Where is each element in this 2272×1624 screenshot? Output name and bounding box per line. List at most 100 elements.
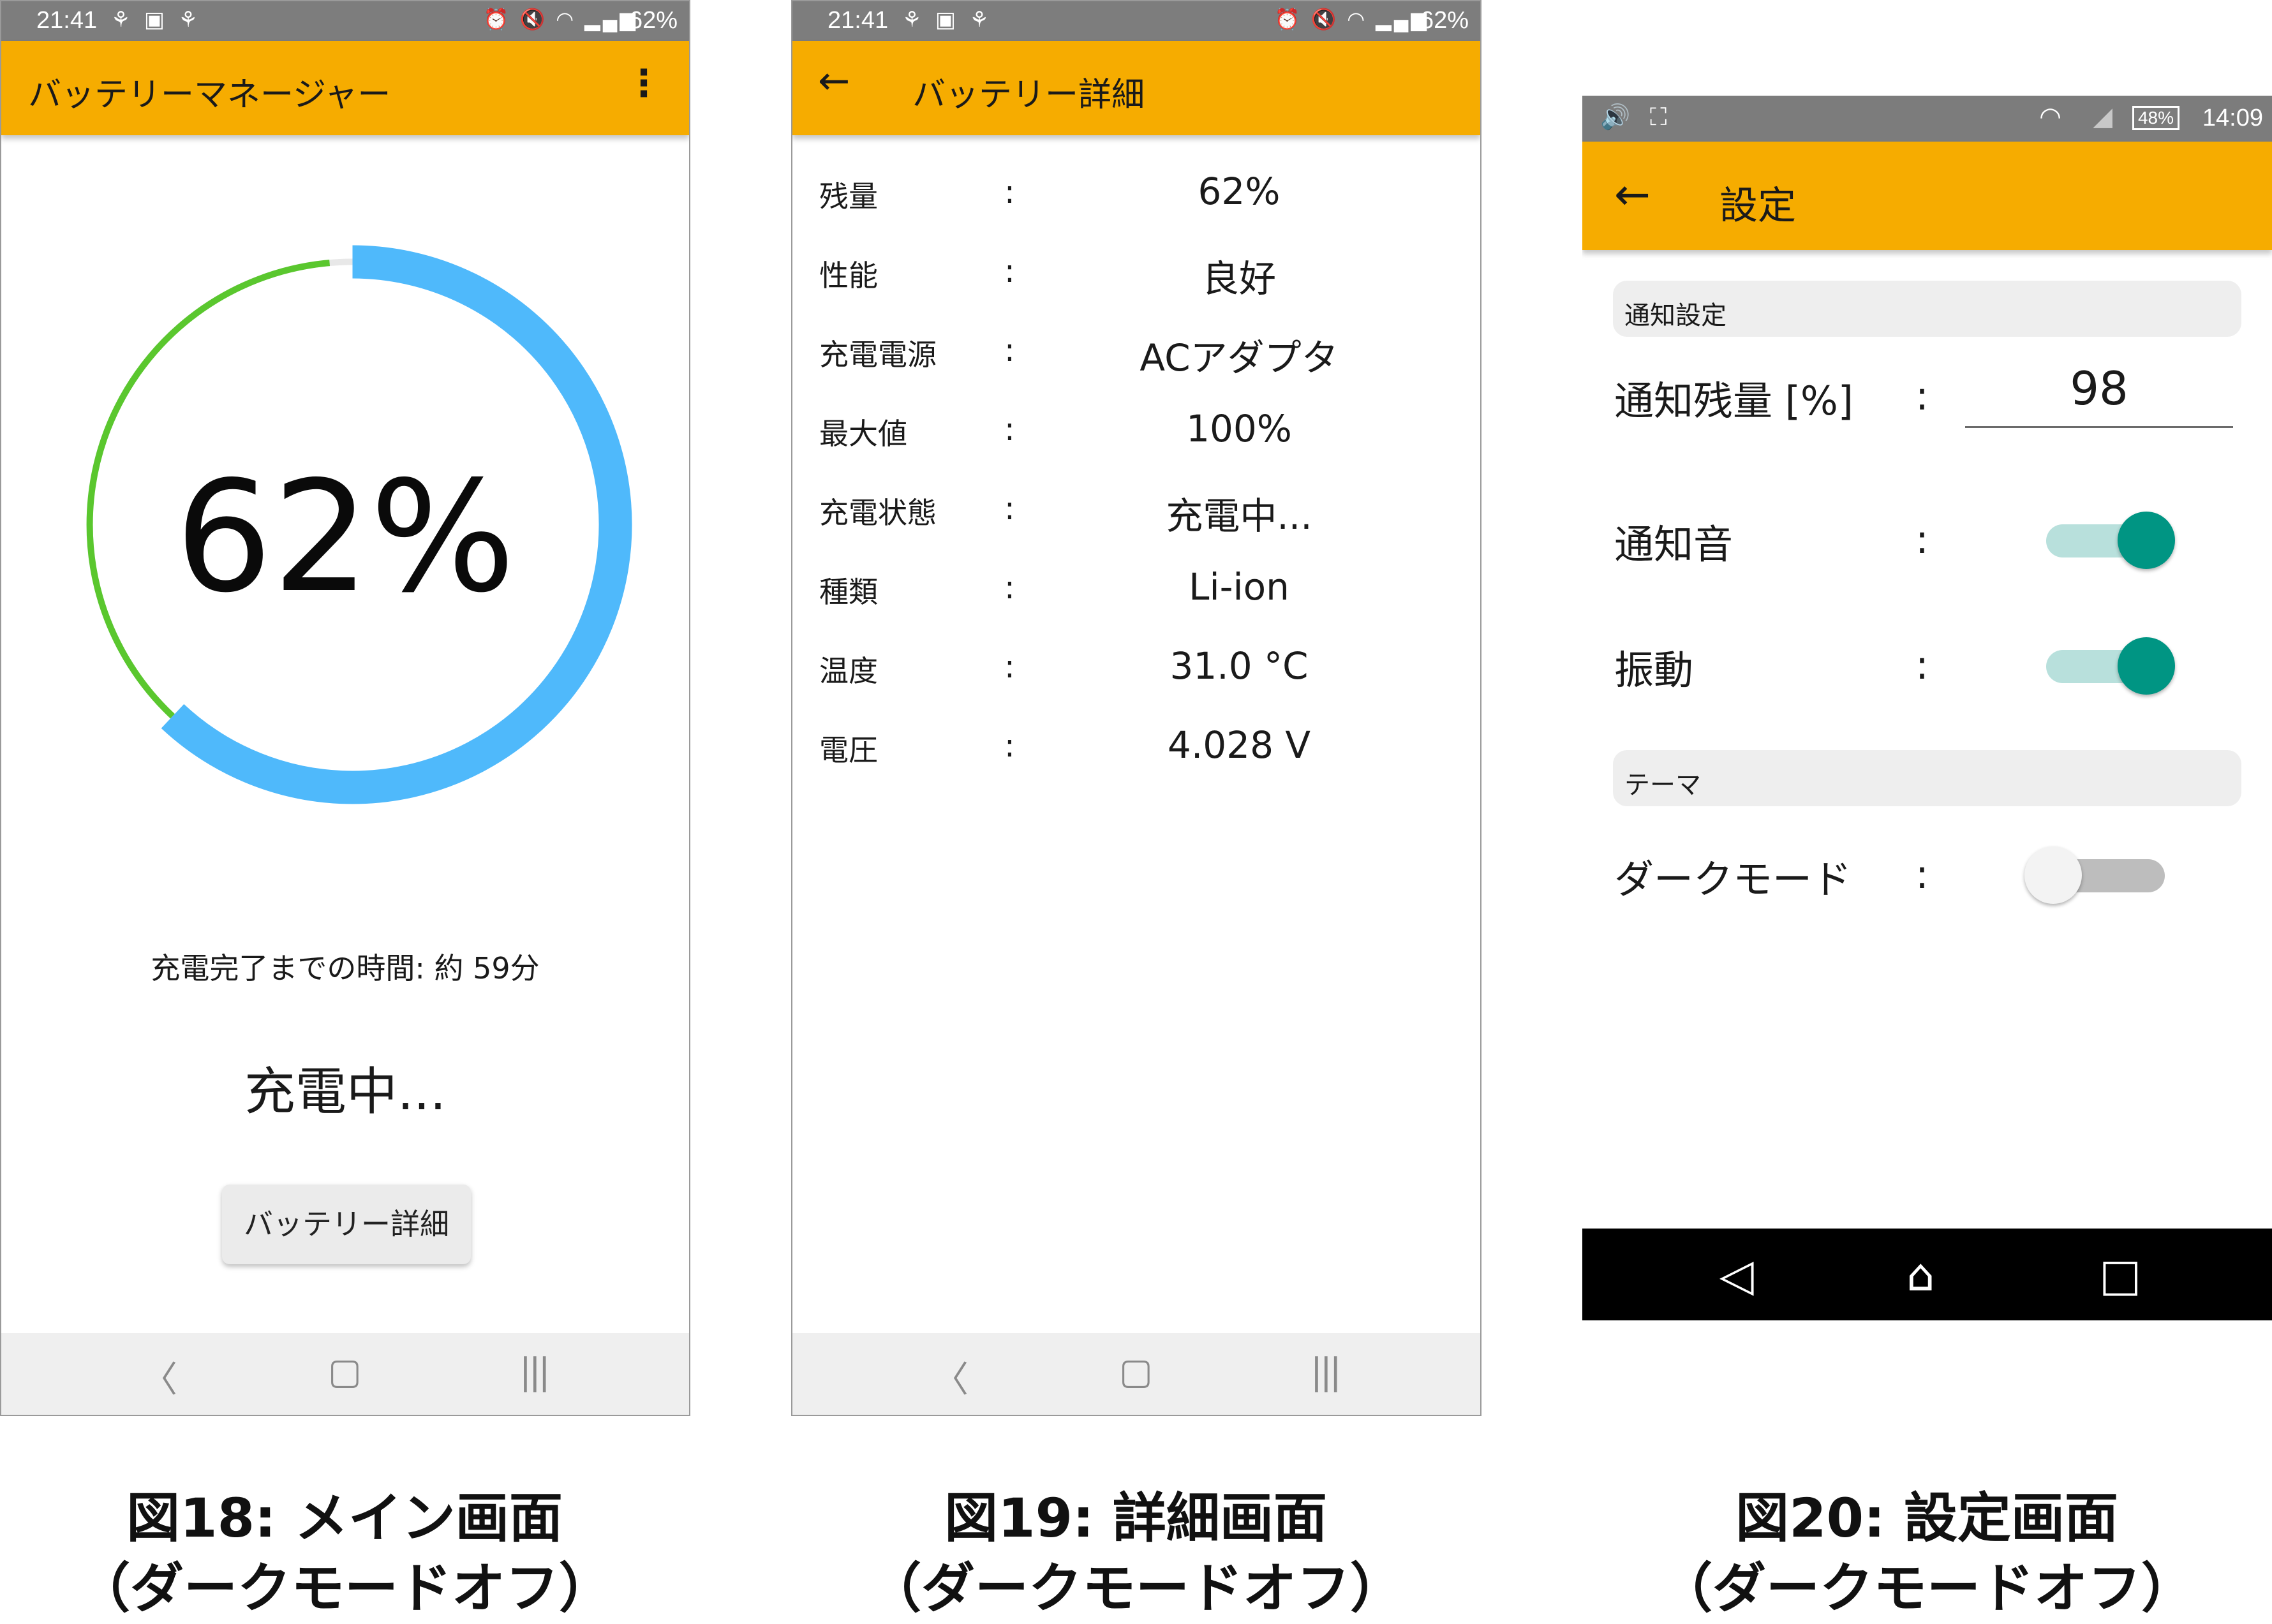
app-title: バッテリーマネージャー — [28, 76, 391, 114]
detail-label: 温度 — [819, 654, 878, 688]
app-title: バッテリー詳細 — [912, 76, 1145, 114]
notify-level-label: 通知残量 [%] — [1614, 378, 1853, 424]
separator: : — [1004, 648, 1015, 685]
notify-sound-row: 通知音 : — [1582, 494, 2272, 584]
toggle-knob — [2118, 512, 2175, 569]
separator: : — [1004, 727, 1015, 764]
dark-mode-label: ダークモード — [1614, 856, 1852, 903]
app-title: 設定 — [1719, 184, 1796, 228]
detail-label: 性能 — [819, 258, 878, 293]
app-bar: ← バッテリー詳細 — [792, 41, 1480, 135]
signal-icon: ◢ — [2093, 103, 2112, 131]
remaining-time: 充電完了までの時間: 約 59分 — [151, 951, 540, 985]
toggle-knob — [2024, 846, 2082, 904]
detail-value: 62% — [1198, 170, 1281, 213]
app-bar: ← 設定 — [1582, 142, 2272, 250]
vibration-label: 振動 — [1614, 647, 1694, 693]
detail-row: 電圧 : 4.028 V — [792, 714, 1480, 794]
notification-icons: ⚘ ▣ ⚘ — [111, 8, 202, 32]
caption-line2: （ダークモードオフ） — [1658, 1557, 2195, 1620]
notify-level-input[interactable]: 98 — [1965, 351, 2233, 428]
more-vert-icon[interactable]: ⋮ — [625, 61, 662, 105]
back-arrow-icon[interactable]: ← — [1614, 170, 1651, 220]
figure-caption-19: 図19: 詳細画面 （ダークモードオフ） — [817, 1483, 1455, 1623]
detail-row: 種類 : Li-ion — [792, 556, 1480, 635]
detail-row: 最大値 : 100% — [792, 398, 1480, 477]
nav-bar: 〈 ▢ ||| — [792, 1333, 1480, 1415]
separator: : — [1004, 490, 1015, 527]
status-icons: ⏰ 🔇 ◠ ▂▄▆ — [483, 8, 638, 31]
status-time: 21:41 — [36, 7, 98, 34]
detail-label: 電圧 — [819, 733, 878, 767]
detail-value: 良好 — [1201, 257, 1276, 300]
back-arrow-icon[interactable]: ← — [818, 59, 850, 103]
section-header-notification: 通知設定 — [1613, 281, 2241, 337]
dark-mode-row: ダークモード : — [1582, 829, 2272, 919]
detail-label: 種類 — [819, 575, 878, 609]
detail-value: 31.0 °C — [1169, 644, 1309, 688]
app-bar: バッテリーマネージャー ⋮ — [1, 41, 689, 135]
battery-indicator: 62% — [628, 7, 678, 34]
figure-caption-18: 図18: メイン画面 （ダークモードオフ） — [26, 1483, 664, 1623]
notification-icons: ⚘ ▣ ⚘ — [902, 8, 993, 32]
caption-line2: （ダークモードオフ） — [867, 1557, 1404, 1620]
main-screen: 21:41 ⚘ ▣ ⚘ ⏰ 🔇 ◠ ▂▄▆ 62% バッテリーマネージャー ⋮ … — [0, 0, 690, 1416]
charge-state: 充電中... — [244, 1062, 447, 1121]
separator: : — [1915, 373, 1929, 419]
back-nav-icon[interactable]: 〈 — [933, 1351, 969, 1403]
settings-screen: 🔊 ⛶ ◠ ◢ 48% 14:09 ← 設定 通知設定 通知残量 [%] : 9… — [1582, 96, 2272, 1320]
detail-value: 100% — [1186, 407, 1292, 450]
vibration-row: 振動 : — [1582, 620, 2272, 709]
home-nav-icon[interactable]: ▢ — [328, 1351, 362, 1392]
separator: : — [1915, 516, 1929, 563]
detail-row: 充電電源 : ACアダプタ — [792, 319, 1480, 398]
caption-line1: 図19: 詳細画面 — [944, 1487, 1327, 1549]
wifi-icon: ◠ — [2039, 103, 2061, 131]
home-nav-icon[interactable]: ⌂ — [1906, 1249, 1934, 1301]
notify-level-row: 通知残量 [%] : 98 — [1582, 351, 2272, 440]
status-time: 21:41 — [828, 7, 889, 34]
detail-label: 残量 — [819, 179, 878, 214]
home-nav-icon[interactable]: ▢ — [1119, 1351, 1153, 1392]
separator: : — [1004, 411, 1015, 448]
detail-value: 4.028 V — [1167, 723, 1311, 767]
recents-nav-icon[interactable]: □ — [2099, 1249, 2141, 1301]
detail-value: 充電中... — [1166, 494, 1312, 538]
status-bar: 21:41 ⚘ ▣ ⚘ ⏰ 🔇 ◠ ▂▄▆ 62% — [1, 1, 689, 41]
caption-line1: 図18: メイン画面 — [126, 1487, 563, 1549]
separator: : — [1004, 569, 1015, 606]
detail-label: 最大値 — [819, 417, 907, 451]
notify-sound-label: 通知音 — [1614, 521, 1734, 568]
caption-line2: （ダークモードオフ） — [76, 1557, 613, 1620]
detail-value: Li-ion — [1189, 565, 1289, 609]
detail-screen: 21:41 ⚘ ▣ ⚘ ⏰ 🔇 ◠ ▂▄▆ 62% ← バッテリー詳細 残量 :… — [791, 0, 1481, 1416]
section-header-theme: テーマ — [1613, 750, 2241, 806]
recents-nav-icon[interactable]: ||| — [519, 1351, 551, 1392]
battery-detail-button[interactable]: バッテリー詳細 — [222, 1185, 471, 1264]
separator: : — [1004, 332, 1015, 369]
detail-row: 残量 : 62% — [792, 161, 1480, 240]
detail-row: 充電状態 : 充電中... — [792, 477, 1480, 556]
detail-row: 性能 : 良好 — [792, 240, 1480, 319]
back-nav-icon[interactable]: ◁ — [1719, 1249, 1754, 1301]
nav-bar: 〈 ▢ ||| — [1, 1333, 689, 1415]
toggle-knob — [2118, 637, 2175, 695]
status-bar: 🔊 ⛶ ◠ ◢ 48% 14:09 — [1582, 96, 2272, 142]
detail-label: 充電状態 — [819, 496, 937, 530]
figure-caption-20: 図20: 設定画面 （ダークモードオフ） — [1608, 1483, 2246, 1623]
vibration-toggle[interactable] — [2046, 634, 2175, 695]
status-bar: 21:41 ⚘ ▣ ⚘ ⏰ 🔇 ◠ ▂▄▆ 62% — [792, 1, 1480, 41]
section-title: テーマ — [1624, 771, 1701, 800]
caption-line1: 図20: 設定画面 — [1735, 1487, 2118, 1549]
detail-value: ACアダプタ — [1140, 336, 1339, 380]
separator: : — [1915, 851, 1929, 897]
recents-nav-icon[interactable]: ||| — [1310, 1351, 1342, 1392]
detail-label: 充電電源 — [819, 337, 937, 372]
notify-sound-toggle[interactable] — [2046, 508, 2175, 569]
section-title: 通知設定 — [1624, 301, 1726, 330]
battery-indicator: 62% — [1420, 7, 1469, 34]
detail-row: 温度 : 31.0 °C — [792, 635, 1480, 714]
dark-mode-toggle[interactable] — [2024, 843, 2165, 904]
battery-indicator: 48% — [2132, 106, 2179, 130]
back-nav-icon[interactable]: 〈 — [142, 1351, 177, 1403]
